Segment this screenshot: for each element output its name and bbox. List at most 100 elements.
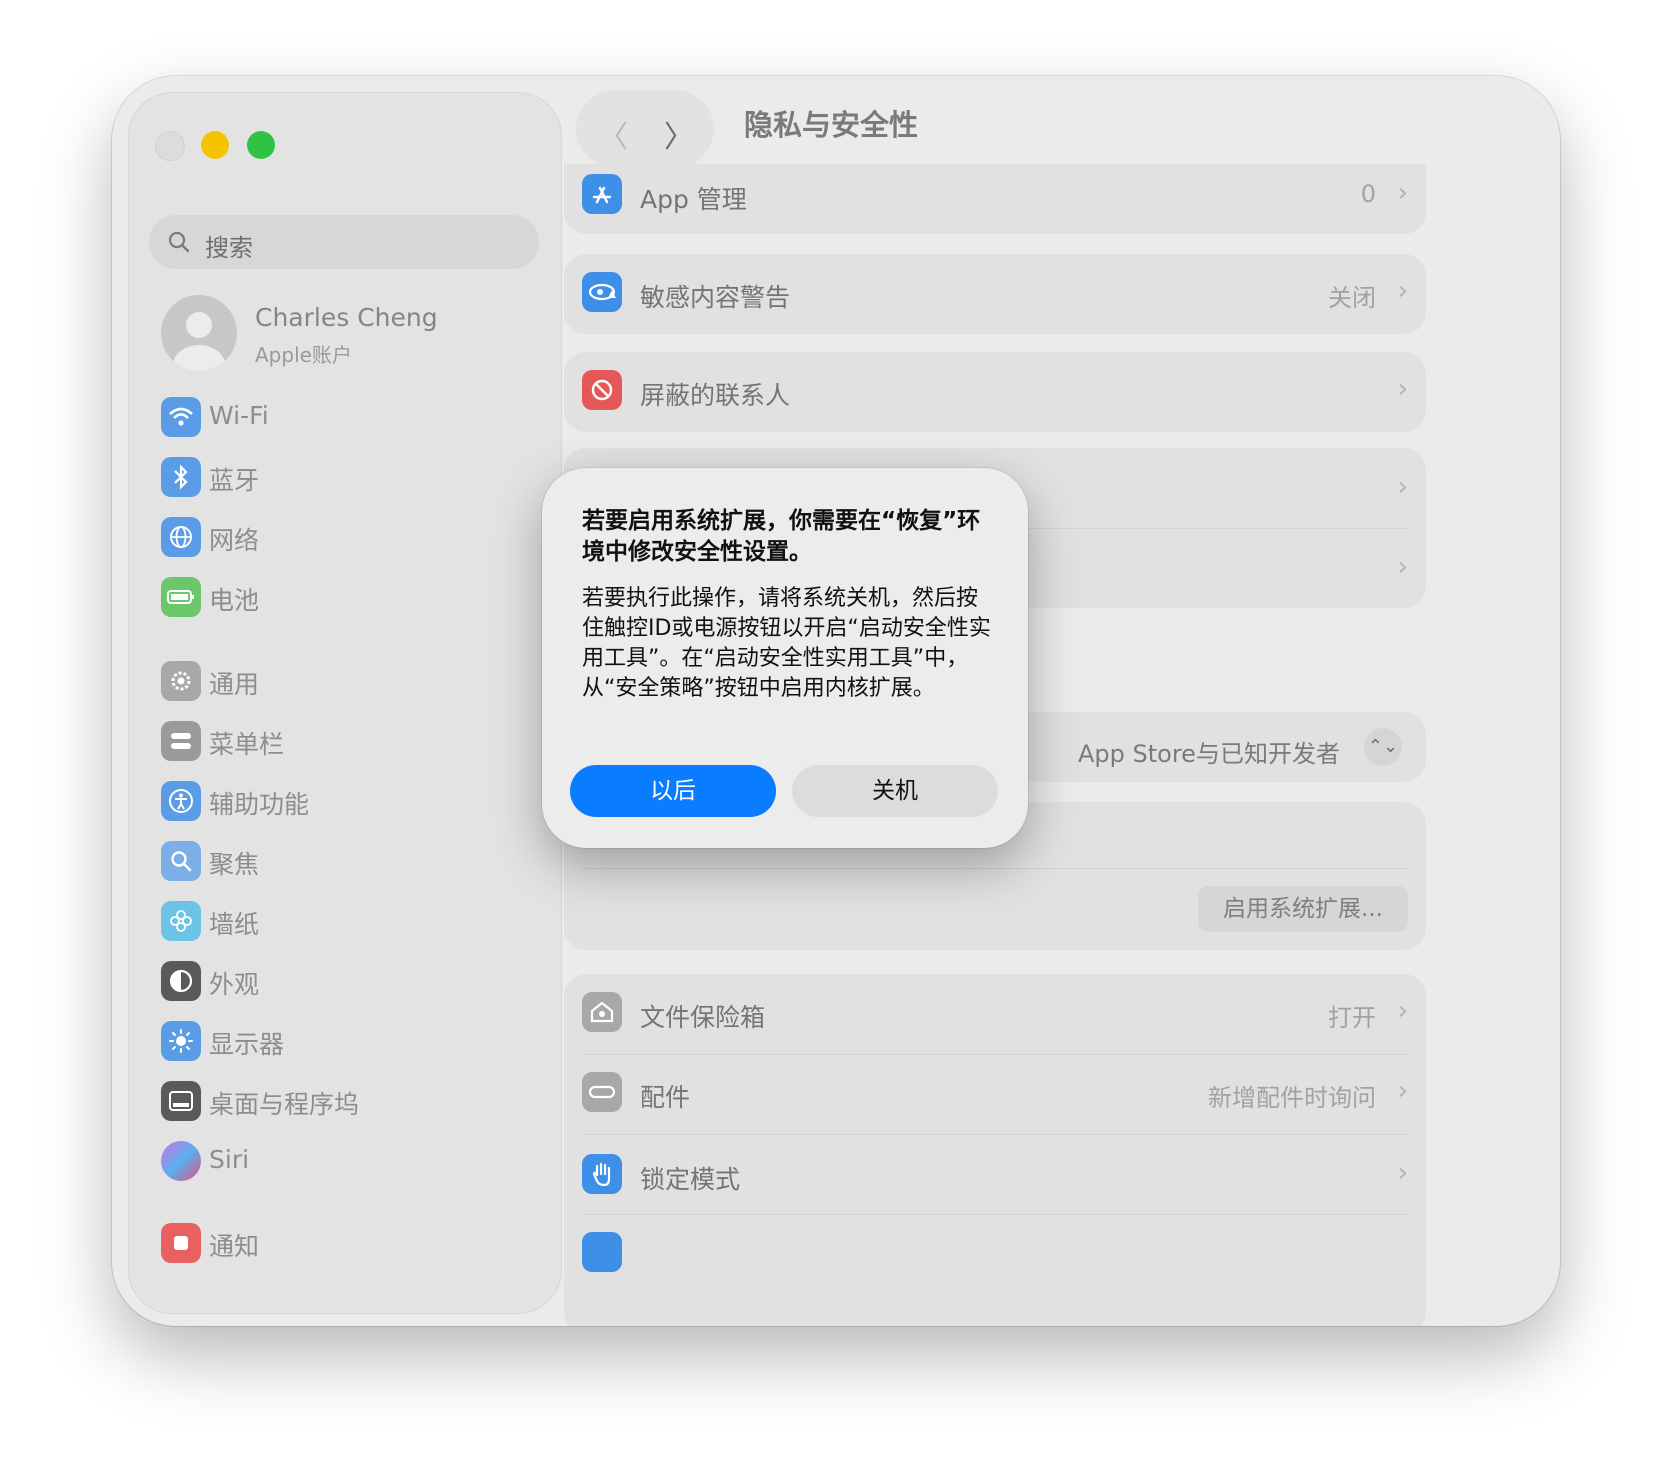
sidebar-item-accessibility[interactable]: 辅助功能: [161, 779, 541, 823]
row-value: 0: [1360, 180, 1376, 208]
sidebar-item-label: 外观: [209, 970, 260, 999]
house-lock-icon: [582, 992, 622, 1032]
dialog-message: 若要执行此操作，请将系统关机，然后按住触控ID或电源按钮以开启“启动安全性实用工…: [582, 586, 991, 701]
profile-name: Charles Cheng: [255, 303, 438, 332]
siri-icon: [161, 1141, 201, 1181]
dock-icon: [161, 1081, 201, 1121]
row-label: 锁定模式: [640, 1165, 741, 1194]
later-button[interactable]: 以后: [570, 765, 776, 817]
row-label: 敏感内容警告: [640, 283, 791, 312]
search-placeholder: 搜索: [205, 234, 253, 262]
sidebar-item-label: 辅助功能: [209, 790, 310, 819]
lockdown-row[interactable]: 锁定模式 ›: [564, 1136, 1426, 1216]
sidebar-item-desktop-dock[interactable]: 桌面与程序坞: [161, 1079, 541, 1123]
divider: [582, 1214, 1408, 1215]
row-label: 文件保险箱: [640, 1003, 766, 1032]
sidebar-item-label: 通知: [209, 1232, 260, 1261]
flower-icon: [161, 901, 201, 941]
menubar-icon: [161, 721, 201, 761]
eye-warning-icon: [582, 272, 622, 312]
security-settings-card: 文件保险箱 打开 › 配件 新增配件时询问 › 锁定模式 ›: [564, 974, 1426, 1326]
chevron-right-icon: ›: [1397, 374, 1408, 404]
sidebar-item-label: 显示器: [209, 1030, 285, 1059]
row-value: 新增配件时询问: [1208, 1084, 1376, 1112]
sidebar-item-siri[interactable]: Siri: [161, 1139, 541, 1183]
search-icon: [168, 231, 190, 253]
appearance-icon: [161, 961, 201, 1001]
row-value: 打开: [1328, 1004, 1376, 1032]
avatar: [161, 295, 237, 371]
sensitive-content-row[interactable]: 敏感内容警告 关闭 ›: [564, 254, 1426, 334]
minimize-window-button[interactable]: [201, 131, 229, 159]
row-label: 屏蔽的联系人: [640, 381, 791, 410]
dialog-title: 若要启用系统扩展，你需要在“恢复”环境中修改安全性设置。: [582, 508, 981, 565]
sidebar-item-appearance[interactable]: 外观: [161, 959, 541, 1003]
blocked-contacts-card: 屏蔽的联系人 ›: [564, 352, 1426, 432]
sidebar-item-spotlight[interactable]: 聚焦: [161, 839, 541, 883]
sidebar-item-label: 通用: [209, 670, 260, 699]
chevron-right-icon: ›: [1397, 552, 1408, 582]
partial-row-icon: [582, 1232, 622, 1272]
enable-system-extensions-button[interactable]: 启用系统扩展...: [1198, 886, 1408, 932]
chevron-right-icon: ›: [1397, 996, 1408, 1026]
search-input[interactable]: 搜索: [149, 215, 539, 269]
wifi-icon: [161, 397, 201, 437]
back-arrow-icon[interactable]: 〈: [598, 112, 628, 156]
battery-icon: [161, 577, 201, 617]
chevron-right-icon: ›: [1397, 1076, 1408, 1106]
sidebar-item-label: 电池: [209, 586, 260, 615]
divider: [582, 868, 1408, 869]
chevron-right-icon: ›: [1397, 1158, 1408, 1188]
sidebar-item-label: Wi-Fi: [209, 401, 269, 430]
blocked-icon: [582, 370, 622, 410]
sun-icon: [161, 1021, 201, 1061]
sidebar-item-notifications[interactable]: 通知: [161, 1221, 541, 1265]
sidebar-item-label: Siri: [209, 1145, 250, 1174]
sidebar-item-bluetooth[interactable]: 蓝牙: [161, 455, 541, 499]
close-window-button[interactable]: [155, 131, 185, 161]
chevron-right-icon: ›: [1397, 276, 1408, 306]
sidebar-item-menubar[interactable]: 菜单栏: [161, 719, 541, 763]
up-down-selector-icon[interactable]: ⌃⌄: [1364, 728, 1402, 766]
accessory-icon: [582, 1072, 622, 1112]
sidebar-item-network[interactable]: 网络: [161, 515, 541, 559]
row-value: 关闭: [1328, 284, 1376, 312]
accessories-row[interactable]: 配件 新增配件时询问 ›: [564, 1054, 1426, 1134]
sidebar-item-label: 聚焦: [209, 850, 260, 879]
filevault-row[interactable]: 文件保险箱 打开 ›: [564, 974, 1426, 1054]
shutdown-button[interactable]: 关机: [792, 765, 998, 817]
sidebar: 搜索 Charles Cheng Apple账户 Wi-Fi 蓝牙 网络 电池 …: [128, 92, 562, 1314]
profile-subtitle: Apple账户: [255, 343, 352, 367]
bluetooth-icon: [161, 457, 201, 497]
globe-icon: [161, 517, 201, 557]
sidebar-item-label: 网络: [209, 526, 260, 555]
allow-apps-value: App Store与已知开发者: [1078, 740, 1340, 768]
magnifier-icon: [161, 841, 201, 881]
sidebar-item-general[interactable]: 通用: [161, 659, 541, 703]
sidebar-item-displays[interactable]: 显示器: [161, 1019, 541, 1063]
sidebar-item-wallpaper[interactable]: 墙纸: [161, 899, 541, 943]
bell-icon: [161, 1223, 201, 1263]
sidebar-item-label: 墙纸: [209, 910, 260, 939]
sidebar-item-wifi[interactable]: Wi-Fi: [161, 395, 541, 439]
app-management-row[interactable]: App 管理 0 ›: [564, 156, 1426, 236]
app-store-icon: [582, 174, 622, 214]
recovery-alert-dialog: 若要启用系统扩展，你需要在“恢复”环境中修改安全性设置。 若要执行此操作，请将系…: [542, 468, 1028, 848]
chevron-right-icon: ›: [1397, 472, 1408, 502]
sidebar-item-label: 桌面与程序坞: [209, 1090, 360, 1119]
blocked-contacts-row[interactable]: 屏蔽的联系人 ›: [564, 352, 1426, 432]
forward-arrow-icon[interactable]: 〉: [664, 112, 694, 156]
chevron-right-icon: ›: [1397, 178, 1408, 208]
accessibility-icon: [161, 781, 201, 821]
app-management-card: App 管理 0 ›: [564, 164, 1426, 234]
row-label: 配件: [640, 1083, 691, 1112]
sidebar-item-label: 蓝牙: [209, 466, 260, 495]
maximize-window-button[interactable]: [247, 131, 275, 159]
page-title: 隐私与安全性: [744, 108, 919, 142]
gear-icon: [161, 661, 201, 701]
sensitive-content-card: 敏感内容警告 关闭 ›: [564, 254, 1426, 334]
apple-account-profile[interactable]: Charles Cheng Apple账户: [161, 295, 541, 375]
sidebar-item-battery[interactable]: 电池: [161, 575, 541, 619]
hand-icon: [582, 1154, 622, 1194]
sidebar-item-label: 菜单栏: [209, 730, 285, 759]
